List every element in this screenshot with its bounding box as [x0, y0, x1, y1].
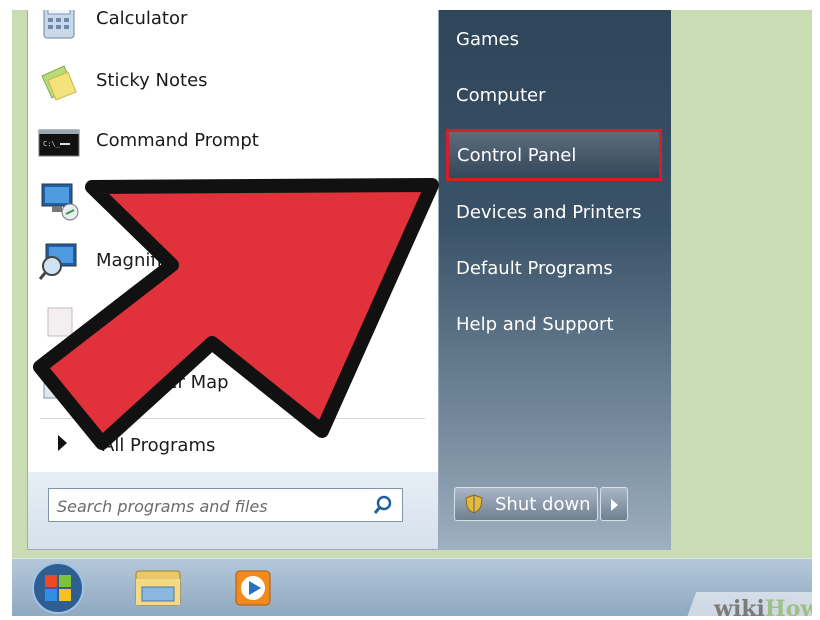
shield-icon — [465, 494, 483, 514]
menu-item-control-panel[interactable]: Control Panel — [446, 129, 662, 181]
shutdown-label: Shut down — [495, 494, 591, 515]
search-icon[interactable] — [372, 494, 394, 516]
command-prompt-icon: C:\_ — [38, 129, 80, 157]
media-player-icon[interactable] — [230, 565, 276, 611]
program-item-command-prompt[interactable]: C:\_ Command Prompt — [28, 114, 433, 170]
program-label: Sticky Notes — [96, 70, 208, 91]
red-arrow-annotation — [33, 178, 439, 450]
chevron-right-icon — [611, 499, 618, 511]
windows-explorer-icon[interactable] — [132, 565, 184, 611]
svg-text:C:\_: C:\_ — [43, 140, 61, 148]
wikihow-logo: wikiHow — [714, 596, 812, 616]
program-label: Command Prompt — [96, 130, 259, 151]
screenshot-frame: Calculator Sticky Notes C:\_ Command Pro… — [12, 10, 812, 616]
calculator-icon — [43, 10, 75, 39]
menu-item-devices-and-printers[interactable]: Devices and Printers — [456, 202, 642, 223]
search-area — [28, 472, 438, 549]
search-box[interactable] — [48, 488, 403, 522]
shutdown-button[interactable]: Shut down — [454, 487, 598, 521]
program-item-sticky-notes[interactable]: Sticky Notes — [28, 54, 433, 110]
program-label: Calculator — [96, 10, 188, 29]
search-input[interactable] — [55, 493, 359, 519]
menu-item-help-and-support[interactable]: Help and Support — [456, 314, 614, 335]
start-orb[interactable] — [30, 561, 86, 615]
shutdown-options-button[interactable] — [600, 487, 628, 521]
menu-item-computer[interactable]: Computer — [456, 85, 545, 106]
start-menu-right-pane: Games Computer Control Panel Devices and… — [439, 10, 671, 550]
control-panel-label: Control Panel — [457, 145, 577, 166]
sticky-notes-icon — [41, 65, 77, 101]
menu-item-games[interactable]: Games — [456, 29, 519, 50]
program-item-calculator[interactable]: Calculator — [28, 10, 433, 48]
menu-item-default-programs[interactable]: Default Programs — [456, 258, 613, 279]
